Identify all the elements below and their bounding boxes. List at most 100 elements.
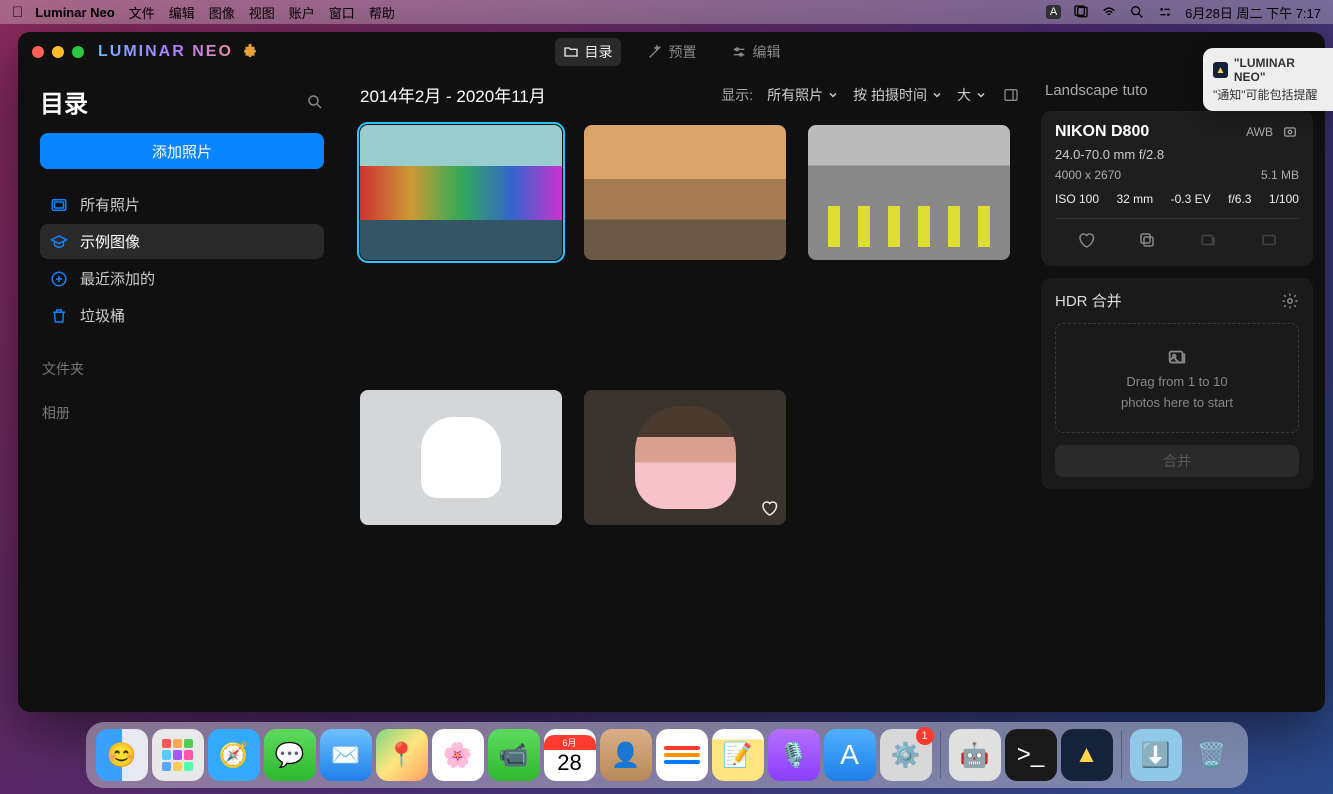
tab-edit[interactable]: 编辑 <box>723 38 789 66</box>
dock-downloads-icon[interactable]: ⬇️ <box>1130 729 1182 781</box>
input-source-icon[interactable]: A <box>1046 5 1061 19</box>
dock-safari-icon[interactable]: 🧭 <box>208 729 260 781</box>
chevron-down-icon <box>975 89 987 101</box>
sidebar: 目录 添加照片 所有照片 示例图像 最近添加的 <box>18 72 346 712</box>
tab-catalog[interactable]: 目录 <box>555 38 621 66</box>
menu-help[interactable]: 帮助 <box>369 3 395 22</box>
dock-badge: 1 <box>916 727 934 745</box>
menubar-datetime[interactable]: 6月28日 周二 下午 7:17 <box>1185 3 1321 22</box>
traffic-lights <box>32 46 84 58</box>
hdr-dropzone[interactable]: Drag from 1 to 10 photos here to start <box>1055 323 1299 433</box>
photo-thumb[interactable] <box>584 390 786 525</box>
menu-account[interactable]: 账户 <box>289 3 315 22</box>
dock-photos-icon[interactable]: 🌸 <box>432 729 484 781</box>
control-center-icon[interactable] <box>1157 4 1173 20</box>
photo-thumb[interactable] <box>808 125 1010 260</box>
menu-image[interactable]: 图像 <box>209 3 235 22</box>
spotlight-icon[interactable] <box>1129 4 1145 20</box>
folder-icon <box>563 44 579 60</box>
sidebar-item-sample-images[interactable]: 示例图像 <box>40 224 324 259</box>
dock-settings-icon[interactable]: ⚙️1 <box>880 729 932 781</box>
dock-trash-icon[interactable]: 🗑️ <box>1186 729 1238 781</box>
main-header: 2014年2月 - 2020年11月 显示: 所有照片 按 拍摄时间 大 <box>360 82 1021 107</box>
sidebar-item-recent[interactable]: 最近添加的 <box>40 261 324 296</box>
sliders-icon <box>731 44 747 60</box>
menu-window[interactable]: 窗口 <box>329 3 355 22</box>
macos-dock: 😊 🧭 💬 ✉️ 📍 🌸 📹 6月28 👤 📝 🎙️ A ⚙️1 🤖 >_ ▲ … <box>86 722 1248 788</box>
sort-value: 按 拍摄时间 <box>853 85 927 105</box>
wand-icon <box>647 44 663 60</box>
exif-shutter: 1/100 <box>1269 192 1299 206</box>
copy-button[interactable] <box>1132 229 1162 254</box>
plus-circle-icon <box>50 270 68 288</box>
titlebar: LUMINAR NEO 目录 预置 编辑 <box>18 32 1325 72</box>
stage-manager-icon[interactable] <box>1073 4 1089 20</box>
mode-tabs: 目录 预置 编辑 <box>555 38 789 66</box>
photo-thumb[interactable] <box>360 125 562 260</box>
tab-presets[interactable]: 预置 <box>639 38 705 66</box>
dock-reminders-icon[interactable] <box>656 729 708 781</box>
gear-icon[interactable] <box>1281 292 1299 310</box>
heart-icon[interactable] <box>760 499 778 517</box>
photo-grid <box>360 125 1021 525</box>
wifi-icon[interactable] <box>1101 4 1117 20</box>
file-size: 5.1 MB <box>1261 168 1299 182</box>
sidebar-section-albums[interactable]: 相册 <box>40 403 324 423</box>
date-range: 2014年2月 - 2020年11月 <box>360 82 721 107</box>
dock-terminal-icon[interactable]: >_ <box>1005 729 1057 781</box>
sidebar-item-label: 示例图像 <box>80 231 140 252</box>
dock-calendar-icon[interactable]: 6月28 <box>544 729 596 781</box>
window-close-button[interactable] <box>32 46 44 58</box>
hdr-hint-line2: photos here to start <box>1121 395 1233 410</box>
search-icon[interactable] <box>306 93 324 111</box>
sidebar-nav: 所有照片 示例图像 最近添加的 垃圾桶 <box>40 187 324 335</box>
trash-icon <box>50 307 68 325</box>
dock-facetime-icon[interactable]: 📹 <box>488 729 540 781</box>
show-label: 显示: <box>721 85 753 105</box>
size-dropdown[interactable]: 大 <box>957 85 987 105</box>
dock-mail-icon[interactable]: ✉️ <box>320 729 372 781</box>
photo-thumb[interactable] <box>584 125 786 260</box>
filter-photos-dropdown[interactable]: 所有照片 <box>767 85 839 105</box>
browse-button[interactable] <box>1254 229 1284 254</box>
size-value: 大 <box>957 85 971 105</box>
sidebar-title: 目录 <box>40 84 88 119</box>
sidebar-section-folders[interactable]: 文件夹 <box>40 359 324 379</box>
dock-finder-icon[interactable]: 😊 <box>96 729 148 781</box>
awb-indicator: AWB <box>1246 125 1299 139</box>
dock-luminar-icon[interactable]: ▲ <box>1061 729 1113 781</box>
system-notification[interactable]: ▲"LUMINAR NEO" "通知"可能包括提醒 <box>1203 48 1333 111</box>
lens-info: 24.0-70.0 mm f/2.8 <box>1055 147 1299 162</box>
menu-edit[interactable]: 编辑 <box>169 3 195 22</box>
stack-button[interactable] <box>1193 229 1223 254</box>
exif-iso: ISO 100 <box>1055 192 1099 206</box>
sidebar-item-all-photos[interactable]: 所有照片 <box>40 187 324 222</box>
window-zoom-button[interactable] <box>72 46 84 58</box>
dock-notes-icon[interactable]: 📝 <box>712 729 764 781</box>
hdr-merge-button[interactable]: 合并 <box>1055 445 1299 477</box>
menu-view[interactable]: 视图 <box>249 3 275 22</box>
dock-launchpad-icon[interactable] <box>152 729 204 781</box>
extensions-icon[interactable] <box>241 43 259 61</box>
dock-appstore-icon[interactable]: A <box>824 729 876 781</box>
dock-messages-icon[interactable]: 💬 <box>264 729 316 781</box>
apple-menu-icon[interactable]:  <box>12 4 23 21</box>
app-name[interactable]: Luminar Neo <box>35 5 114 20</box>
window-minimize-button[interactable] <box>52 46 64 58</box>
exif-ev: -0.3 EV <box>1171 192 1211 206</box>
panel-toggle-icon[interactable] <box>1001 87 1021 103</box>
images-icon <box>1166 346 1188 368</box>
sidebar-item-trash[interactable]: 垃圾桶 <box>40 298 324 333</box>
dock-podcasts-icon[interactable]: 🎙️ <box>768 729 820 781</box>
camera-model: NIKON D800 <box>1055 123 1149 141</box>
favorite-button[interactable] <box>1071 229 1101 254</box>
dock-separator <box>940 731 941 779</box>
dock-contacts-icon[interactable]: 👤 <box>600 729 652 781</box>
sort-dropdown[interactable]: 按 拍摄时间 <box>853 85 943 105</box>
dock-automator-icon[interactable]: 🤖 <box>949 729 1001 781</box>
menu-file[interactable]: 文件 <box>129 3 155 22</box>
add-photos-button[interactable]: 添加照片 <box>40 133 324 169</box>
notif-body: "通知"可能包括提醒 <box>1213 86 1323 103</box>
dock-maps-icon[interactable]: 📍 <box>376 729 428 781</box>
photo-thumb[interactable] <box>360 390 562 525</box>
